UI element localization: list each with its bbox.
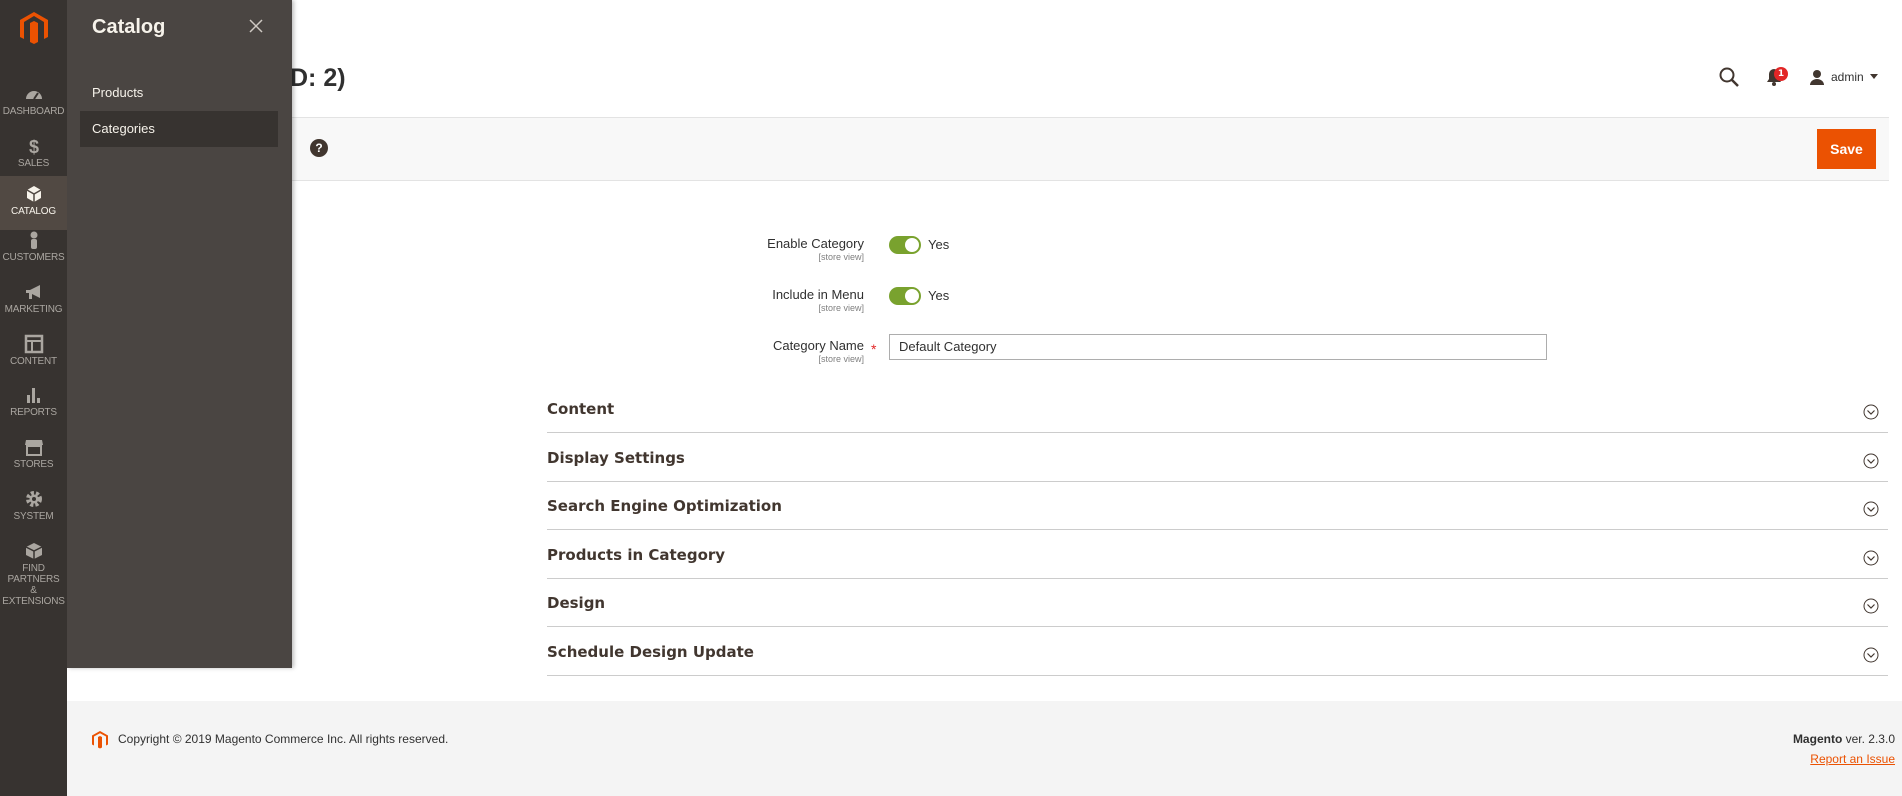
menu-label: CUSTOMERS xyxy=(2,252,65,263)
menu-item-stores[interactable]: STORES xyxy=(0,429,67,479)
section-title: Schedule Design Update xyxy=(547,643,754,661)
dollar-icon: $ xyxy=(28,137,38,156)
section-seo[interactable]: Search Engine Optimization xyxy=(547,482,1888,530)
menu-item-marketing[interactable]: MARKETING xyxy=(0,274,67,324)
section-title: Search Engine Optimization xyxy=(547,497,782,515)
magento-logo-icon xyxy=(92,731,108,749)
bar-chart-icon xyxy=(26,388,40,403)
user-icon xyxy=(1810,70,1824,85)
field-scope: [store view] xyxy=(818,354,864,364)
section-products-in-category[interactable]: Products in Category xyxy=(547,531,1888,579)
section-title: Display Settings xyxy=(547,449,685,467)
notification-badge: 1 xyxy=(1774,67,1788,81)
submenu-link-categories[interactable]: Categories xyxy=(80,111,278,147)
field-scope: [store view] xyxy=(818,303,864,313)
box-icon xyxy=(25,543,42,559)
field-label: Enable Category xyxy=(767,236,864,251)
catalog-submenu: Catalog Products Categories xyxy=(67,0,292,668)
menu-label: MARKETING xyxy=(4,304,63,315)
menu-label: REPORTS xyxy=(10,407,57,418)
menu-item-content[interactable]: CONTENT xyxy=(0,326,67,376)
section-schedule-design-update[interactable]: Schedule Design Update xyxy=(547,628,1888,676)
section-content[interactable]: Content xyxy=(547,385,1888,433)
menu-label: & EXTENSIONS xyxy=(2,585,65,607)
save-button[interactable]: Save xyxy=(1817,129,1876,169)
category-name-input[interactable]: Default Category xyxy=(889,334,1547,360)
toggle-knob xyxy=(905,238,919,252)
required-marker: * xyxy=(871,341,877,357)
version-number: ver. 2.3.0 xyxy=(1845,732,1895,746)
chevron-down-icon xyxy=(1863,598,1879,614)
menu-label: SYSTEM xyxy=(13,511,54,522)
toggle-value: Yes xyxy=(928,237,950,252)
page-title: D: 2) xyxy=(290,64,346,92)
field-label-block: Include in Menu [store view] xyxy=(700,287,864,313)
menu-label: CATALOG xyxy=(11,206,56,217)
chevron-down-icon xyxy=(1863,550,1879,566)
field-label-block: Category Name [store view] xyxy=(700,338,864,364)
toggle-value: Yes xyxy=(928,288,950,303)
caret-down-icon xyxy=(1869,74,1878,79)
copyright-text: Copyright © 2019 Magento Commerce Inc. A… xyxy=(118,732,449,746)
page-actions-bar xyxy=(67,117,1889,181)
field-scope: [store view] xyxy=(818,252,864,262)
menu-label: CONTENT xyxy=(10,356,57,367)
field-label-block: Enable Category [store view] xyxy=(700,236,864,262)
field-label: Include in Menu xyxy=(772,287,864,302)
chevron-down-icon xyxy=(1863,404,1879,420)
report-issue-link[interactable]: Report an Issue xyxy=(1810,752,1895,766)
chevron-down-icon xyxy=(1863,453,1879,469)
menu-item-sales[interactable]: $ SALES xyxy=(0,128,67,178)
gear-icon xyxy=(25,491,42,507)
section-title: Content xyxy=(547,400,615,418)
person-icon xyxy=(30,231,37,249)
version-info: Magento ver. 2.3.0 xyxy=(1793,732,1895,746)
brand-name: Magento xyxy=(1792,732,1843,746)
section-design[interactable]: Design xyxy=(547,579,1888,627)
user-name: admin xyxy=(1831,70,1864,84)
section-display-settings[interactable]: Display Settings xyxy=(547,434,1888,482)
search-icon[interactable] xyxy=(1718,66,1740,88)
menu-item-system[interactable]: SYSTEM xyxy=(0,481,67,531)
close-icon[interactable] xyxy=(248,18,264,34)
page-footer xyxy=(67,701,1902,796)
admin-menu: DASHBOARD $ SALES CATALOG CUSTOMERS MARK… xyxy=(0,0,67,796)
section-title: Products in Category xyxy=(547,546,726,564)
menu-item-customers[interactable]: CUSTOMERS xyxy=(0,222,67,272)
include-in-menu-toggle[interactable] xyxy=(889,287,921,305)
menu-label: STORES xyxy=(13,459,54,470)
enable-category-toggle[interactable] xyxy=(889,236,921,254)
help-icon[interactable]: ? xyxy=(310,139,328,157)
submenu-title: Catalog xyxy=(92,16,166,38)
storefront-icon xyxy=(24,440,43,456)
cube-icon xyxy=(26,186,41,202)
megaphone-icon xyxy=(25,285,40,299)
chevron-down-icon xyxy=(1863,647,1879,663)
field-label: Category Name xyxy=(772,338,864,353)
menu-label: SALES xyxy=(17,158,50,169)
dashboard-icon xyxy=(25,91,42,100)
chevron-down-icon xyxy=(1863,501,1879,517)
toggle-knob xyxy=(905,289,919,303)
submenu-link-products[interactable]: Products xyxy=(80,75,278,111)
user-menu[interactable]: admin xyxy=(1809,66,1878,88)
layout-icon xyxy=(24,334,43,354)
menu-item-reports[interactable]: REPORTS xyxy=(0,377,67,427)
magento-logo-icon[interactable] xyxy=(16,10,52,46)
menu-item-dashboard[interactable]: DASHBOARD xyxy=(0,76,67,126)
svg-text:$: $ xyxy=(28,137,38,156)
menu-label: DASHBOARD xyxy=(2,106,65,117)
section-title: Design xyxy=(547,594,606,612)
menu-label: FIND PARTNERS xyxy=(7,563,60,585)
menu-item-find-partners[interactable]: FIND PARTNERS & EXTENSIONS xyxy=(0,533,67,607)
